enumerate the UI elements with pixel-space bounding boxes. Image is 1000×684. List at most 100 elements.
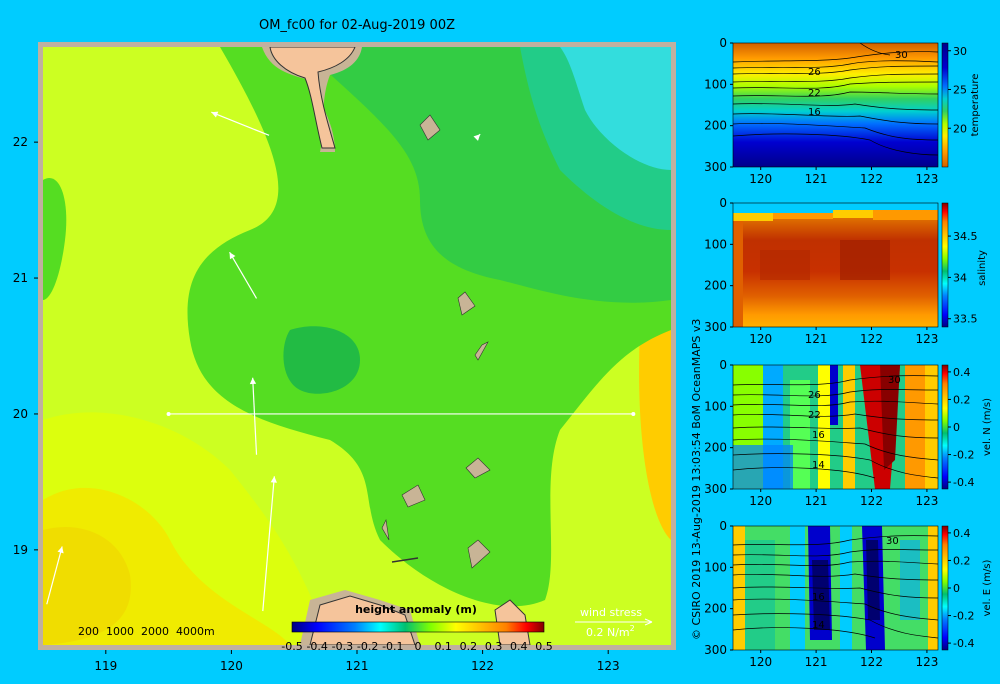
colorbar-tick-label: 0.2: [460, 640, 478, 653]
colorbar-gradient: [291, 621, 545, 633]
velE-colorbar: [941, 525, 949, 651]
panel-xtick-label: 123: [915, 172, 938, 186]
panel-ytick-label: 0: [719, 196, 727, 210]
panel-xtick-label: 123: [915, 655, 938, 669]
velE-contour-label-30: 30: [886, 536, 899, 547]
panel-ytick-label: 0: [719, 36, 727, 50]
colorbar-tick-label: 0.1: [434, 640, 452, 653]
panel-ytick-label: 100: [704, 77, 727, 91]
panel-colorbar-tick-label: -0.4: [953, 476, 974, 489]
panel-colorbar-tick-label: 20: [953, 122, 967, 135]
panel-colorbar-tick-label: 34.5: [953, 230, 978, 243]
temp-contour-label-16: 16: [808, 107, 821, 118]
velE-contour-label-14: 14: [812, 620, 825, 631]
map-xaxis: 119 120 121 122 123: [94, 650, 620, 673]
panel-colorbar-tick-label: 0.2: [953, 393, 971, 406]
panel-xtick-label: 122: [860, 655, 883, 669]
panel-xtick-label: 120: [749, 172, 772, 186]
panel-colorbar-tick-label: -0.4: [953, 637, 974, 650]
panel-ytick-label: 300: [704, 643, 727, 657]
panel-ytick-label: 100: [704, 237, 727, 251]
temperature-label: temperature: [970, 74, 981, 137]
panel-xtick-label: 121: [805, 655, 828, 669]
panel-colorbar-tick-label: 0: [953, 582, 960, 595]
map-xtick-label: 121: [346, 659, 369, 673]
map-ytick-label: 22: [13, 135, 28, 149]
panel-xtick-label: 122: [860, 494, 883, 508]
main-map: 119 120 121 122 123 19 20 21 22 200 1000 2000 4…: [13, 42, 676, 673]
panel-xtick-label: 122: [860, 172, 883, 186]
colorbar-tick-label: -0.4: [306, 640, 327, 653]
salinity-label: salinity: [977, 250, 988, 286]
panel-ytick-label: 300: [704, 482, 727, 496]
velN-contour-label-16: 16: [812, 430, 825, 441]
panel-colorbar-tick-label: 0.2: [953, 554, 971, 567]
map-xtick-label: 119: [94, 659, 117, 673]
map-xtick-label: 120: [220, 659, 243, 673]
panel-ytick-label: 200: [704, 602, 727, 616]
depth-contour-legend: 200 1000 2000 4000m: [78, 625, 215, 638]
colorbar-tick-label: -0.2: [357, 640, 378, 653]
panel-colorbar-tick-label: 33.5: [953, 313, 978, 326]
velN-colorbar: [941, 364, 949, 490]
panel-ytick-label: 0: [719, 519, 727, 533]
salinity-section: salinity: [732, 202, 988, 328]
colorbar-tick-label: 0.5: [535, 640, 553, 653]
map-xtick-label: 122: [471, 659, 494, 673]
velE-contour-label-16: 16: [812, 592, 825, 603]
temperature-section: 30 26 22 16 temperature: [732, 42, 981, 168]
temp-contour-label-22: 22: [808, 88, 821, 99]
temp-contour-label-26: 26: [808, 67, 821, 78]
panel-ytick-label: 0: [719, 358, 727, 372]
panel-colorbar-tick-label: 0.4: [953, 366, 971, 379]
velN-contour-label-14: 14: [812, 460, 825, 471]
panel-xtick-label: 120: [749, 655, 772, 669]
figure: OM_fc00 for 02-Aug-2019 00Z 119 120 121 …: [0, 0, 1000, 680]
panel-xtick-label: 123: [915, 494, 938, 508]
velN-contour-label-30: 30: [888, 375, 901, 386]
panel-ytick-label: 200: [704, 441, 727, 455]
panel-ytick-label: 200: [704, 279, 727, 293]
panel-xtick-label: 120: [749, 494, 772, 508]
panel-colorbar-tick-label: 0.4: [953, 527, 971, 540]
panel-xtick-label: 121: [805, 332, 828, 346]
colorbar-ticks: -0.5 -0.4 -0.3 -0.2 -0.1 0 0.1 0.2 0.3 0.4 0.5: [281, 640, 552, 653]
panel-colorbar-tick-label: -0.2: [953, 449, 974, 462]
panel-colorbar-tick-label: 30: [953, 45, 967, 58]
colorbar-tick-label: -0.1: [382, 640, 403, 653]
panel-xtick-label: 121: [805, 172, 828, 186]
figure-svg: OM_fc00 for 02-Aug-2019 00Z 119 120 121 …: [13, 18, 993, 673]
map-xtick-label: 123: [597, 659, 620, 673]
colorbar-tick-label: 0.4: [510, 640, 528, 653]
panel-xtick-label: 121: [805, 494, 828, 508]
panel-xtick-label: 123: [915, 332, 938, 346]
panel-ytick-label: 200: [704, 119, 727, 133]
panel-colorbar-tick-label: -0.2: [953, 610, 974, 623]
panel-ytick-label: 100: [704, 560, 727, 574]
section-end-marker: [631, 411, 636, 416]
map-ytick-label: 19: [13, 543, 28, 557]
wind-legend-superscript: 2: [630, 624, 635, 633]
credit-text: © CSIRO 2019 13-Aug-2019 13:03:54 BoM Oc…: [690, 319, 703, 640]
section-start-marker: [166, 411, 171, 416]
panel-colorbar-tick-label: 25: [953, 84, 967, 97]
panel-ytick-label: 300: [704, 320, 727, 334]
panel-colorbar-tick-label: 34: [953, 271, 967, 284]
colorbar-tick-label: -0.5: [281, 640, 302, 653]
wind-legend-value: 0.2 N/m: [586, 626, 630, 639]
map-ytick-label: 21: [13, 271, 28, 285]
salinity-colorbar: [941, 202, 949, 328]
velN-label: vel. N (m/s): [982, 398, 993, 456]
colorbar-tick-label: -0.3: [332, 640, 353, 653]
velN-contour-label-26: 26: [808, 390, 821, 401]
panel-colorbar-tick-label: 0: [953, 421, 960, 434]
wind-legend-value-wrap: 0.2 N/m2: [586, 624, 635, 639]
panel-xtick-label: 122: [860, 332, 883, 346]
panel-ytick-label: 100: [704, 399, 727, 413]
temp-contour-label-30: 30: [895, 50, 908, 61]
temperature-colorbar: [941, 42, 949, 168]
velN-contour-label-22: 22: [808, 410, 821, 421]
map-yaxis: 19 20 21 22: [13, 135, 38, 557]
map-ytick-label: 20: [13, 407, 28, 421]
panel-xtick-label: 120: [749, 332, 772, 346]
